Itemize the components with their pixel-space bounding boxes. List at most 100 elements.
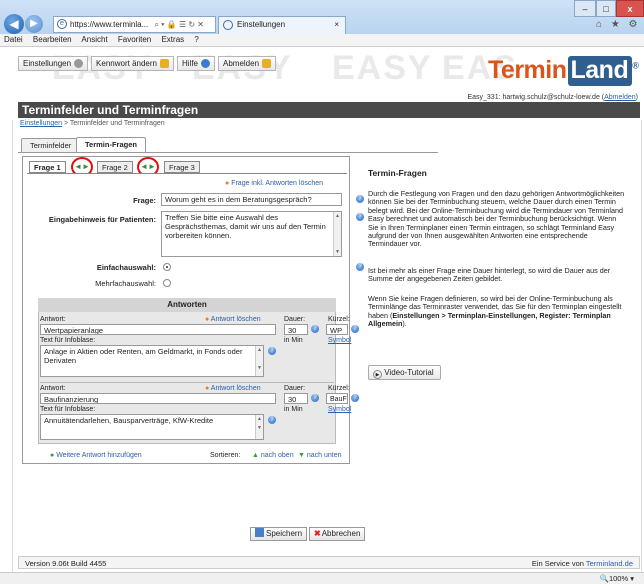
answers-header: Antworten [38,298,336,312]
delete-answer-link[interactable]: ● Antwort löschen [205,316,261,323]
terminland-logo: Termin Land ® [488,56,639,86]
hint-help-icon[interactable]: ? [356,213,364,221]
logout-link[interactable]: Abmelden [604,94,636,101]
infotext-label: Text für Infoblase: [40,406,96,413]
menu-bearbeiten[interactable]: Bearbeiten [33,35,72,44]
infotext-scrollbar[interactable]: ▲ ▼ [255,346,263,376]
sort-up-label: nach oben [260,452,294,459]
shortcode-label: Kürzel: [328,316,350,323]
site-favicon-icon: e [57,19,67,29]
answer-label: Antwort: [40,385,66,392]
infotext-scrollbar[interactable]: ▲ ▼ [255,415,263,439]
sort-down-link[interactable]: ▼ nach unten [298,452,342,459]
settings-label: Einstellungen [23,58,72,68]
symbol-link[interactable]: Symbol [328,337,351,344]
save-button[interactable]: Speichern [250,527,308,541]
delete-answer-link[interactable]: ● Antwort löschen [205,385,261,392]
account-text: Easy_331: hartwig.schulz@schulz-loew.de … [467,94,605,101]
infotext-label: Text für Infoblase: [40,337,96,344]
cancel-icon: ✖ [314,529,321,538]
menu-help[interactable]: ? [194,35,198,44]
single-choice-radio[interactable] [163,263,171,271]
multi-choice-label: Mehrfachauswahl: [95,279,156,288]
delete-question-label: Frage inkl. Antworten löschen [231,180,324,187]
version-text: Version 9.06t Build 4455 [25,559,107,568]
answer-1-duration[interactable]: 30 [284,324,308,335]
choice-help-icon[interactable]: ? [356,263,364,271]
help-button[interactable]: Hilfe [176,55,215,71]
in-min-label: in Min [284,337,303,344]
answer-2-input[interactable]: Baufinanzierung [40,393,276,404]
in-min-label: in Min [284,406,303,413]
tab-favicon-icon [223,20,233,30]
menu-extras[interactable]: Extras [161,35,184,44]
add-answer-link[interactable]: ● Weitere Antwort hinzufügen [50,452,142,459]
gear-icon [74,58,84,68]
breadcrumb-settings-link[interactable]: Einstellungen [20,120,62,127]
shortcode-help-icon[interactable]: ? [351,325,359,333]
maximize-button[interactable]: □ [596,0,616,17]
minimize-button[interactable]: – [574,0,596,17]
tab-close-icon[interactable]: × [334,17,339,33]
infotext-help-icon[interactable]: ? [268,347,276,355]
answer-2-infotext[interactable]: Annuitätendarlehen, Bausparverträge, KfW… [40,414,264,440]
symbol-link[interactable]: Symbol [328,406,351,413]
browser-right-icons[interactable]: ⌂ ★ ⚙ [596,19,641,30]
tab-termin-fragen[interactable]: Termin-Fragen [76,137,146,152]
watermark-3: EASY [332,49,433,87]
window-close-button[interactable]: x [616,0,644,17]
app-toolbar: Einstellungen Kennwort ändern Hilfe Abme… [18,55,277,71]
forward-button[interactable]: ▶ [25,15,43,33]
page-title: Terminfelder und Terminfragen [18,102,640,118]
hint-scrollbar[interactable]: ▲ ▼ [333,212,341,256]
logout-icon [262,58,272,68]
question-tab-2[interactable]: Frage 2 [97,161,133,173]
hint-label: Eingabehinweis für Patienten: [48,215,156,224]
answer-divider [40,382,334,383]
hint-textarea[interactable]: Treffen Sie bitte eine Auswahl des Gespr… [161,211,342,257]
multi-choice-radio[interactable] [163,279,171,287]
tab-terminfelder[interactable]: Terminfelder [21,138,81,152]
question-help-icon[interactable]: ? [356,195,364,203]
sort-up-link[interactable]: ▲ nach oben [252,452,294,459]
menu-ansicht[interactable]: Ansicht [81,35,107,44]
answer-1-shortcode[interactable]: WP [326,324,348,335]
delete-question-link[interactable]: ● Frage inkl. Antworten löschen [225,180,323,187]
duration-help-icon[interactable]: ? [311,394,319,402]
answer-1-infotext[interactable]: Anlage in Aktien oder Renten, am Geldmar… [40,345,264,377]
browser-tab[interactable]: Einstellungen × [218,16,346,34]
question-input[interactable]: Worum geht es in dem Beratungsgespräch? [161,193,342,206]
back-button[interactable]: ◀ [4,14,24,34]
infotext-help-icon[interactable]: ? [268,416,276,424]
delete-dot-icon: ● [205,385,210,392]
duration-help-icon[interactable]: ? [311,325,319,333]
account-info: Easy_331: hartwig.schulz@schulz-loew.de … [467,94,638,101]
help-label: Hilfe [181,58,198,68]
down-arrow-icon: ▼ [298,452,305,459]
question-tab-3[interactable]: Frage 3 [164,161,200,173]
breadcrumb: Einstellungen > Terminfelder und Terminf… [20,120,165,127]
help-icon [201,58,210,68]
answer-2-duration[interactable]: 30 [284,393,308,404]
add-dot-icon: ● [50,452,55,459]
terminland-link[interactable]: Terminland.de [586,559,633,568]
answer-1-infotext-value: Anlage in Aktien oder Renten, am Geldmar… [44,347,243,365]
sort-label: Sortieren: [210,452,241,459]
menu-bar: Datei Bearbeiten Ansicht Favoriten Extra… [0,34,644,47]
cancel-label: Abbrechen [321,529,361,538]
menu-datei[interactable]: Datei [4,35,23,44]
settings-button[interactable]: Einstellungen [18,55,89,71]
answer-2-shortcode[interactable]: BauFi [326,393,348,404]
zoom-control[interactable]: 🔍100% ▾ [600,573,634,584]
change-password-label: Kennwort ändern [96,58,157,68]
cancel-button[interactable]: ✖Abbrechen [309,527,366,541]
question-tab-1[interactable]: Frage 1 [29,161,66,173]
zoom-level: 100% [608,574,629,583]
shortcode-help-icon[interactable]: ? [351,394,359,402]
answer-1-input[interactable]: Wertpapieranlage [40,324,276,335]
logout-button[interactable]: Abmelden [218,55,277,71]
address-bar[interactable]: e https://www.terminla... ⌕ ▾ 🔒 ☰ ↻ ✕ [53,16,216,33]
menu-favoriten[interactable]: Favoriten [118,35,151,44]
change-password-button[interactable]: Kennwort ändern [91,55,174,71]
video-tutorial-button[interactable]: ▶ Video-Tutorial [368,365,441,380]
